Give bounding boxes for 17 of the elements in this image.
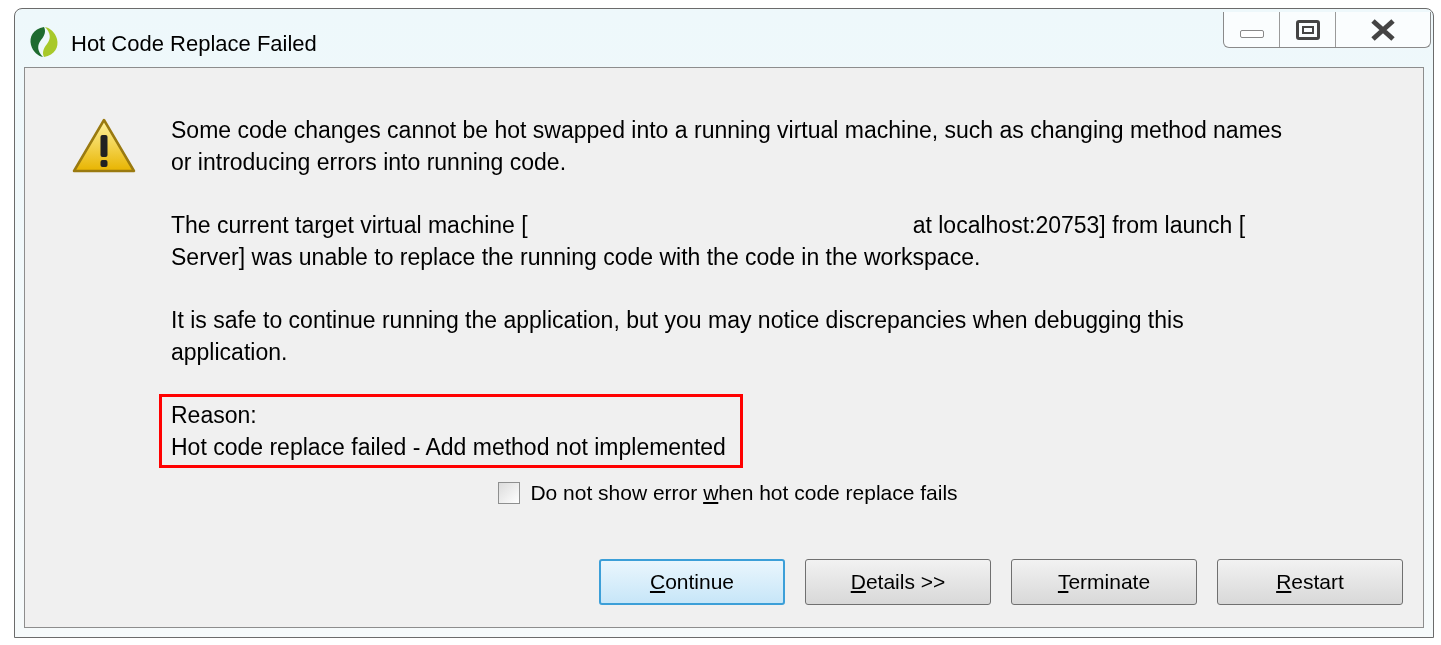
message-text: Hot code replace failed - Add method not implemented xyxy=(171,433,726,462)
message-text: The current target virtual machine [ xyxy=(171,211,528,240)
message-text: application. xyxy=(171,338,289,367)
message-text: It is safe to continue running the application, but you may notice discrepancies when debugging this xyxy=(171,306,1185,335)
dialog-button[interactable]: Restart xyxy=(1217,558,1403,605)
message-text: Server] was unable to replace the running code with the code in the workspace. xyxy=(171,243,982,272)
window-title: Hot Code Replace Failed xyxy=(71,30,317,58)
message-text: at localhost:20753] from launch [ xyxy=(912,211,1246,240)
dialog-button[interactable]: Details >> xyxy=(805,558,991,605)
message-text: or introducing errors into running code. xyxy=(171,148,568,177)
warning-icon xyxy=(71,117,137,175)
message-text: Some code changes cannot be hot swapped into a running virtual machine, such as changing method names xyxy=(171,116,1284,145)
checkbox-square[interactable] xyxy=(498,481,521,504)
dialog-button[interactable]: Terminate xyxy=(1011,558,1197,605)
message-text: Reason: xyxy=(171,401,258,430)
dialog-button[interactable]: Continue xyxy=(599,558,785,605)
close-icon xyxy=(1370,18,1396,41)
